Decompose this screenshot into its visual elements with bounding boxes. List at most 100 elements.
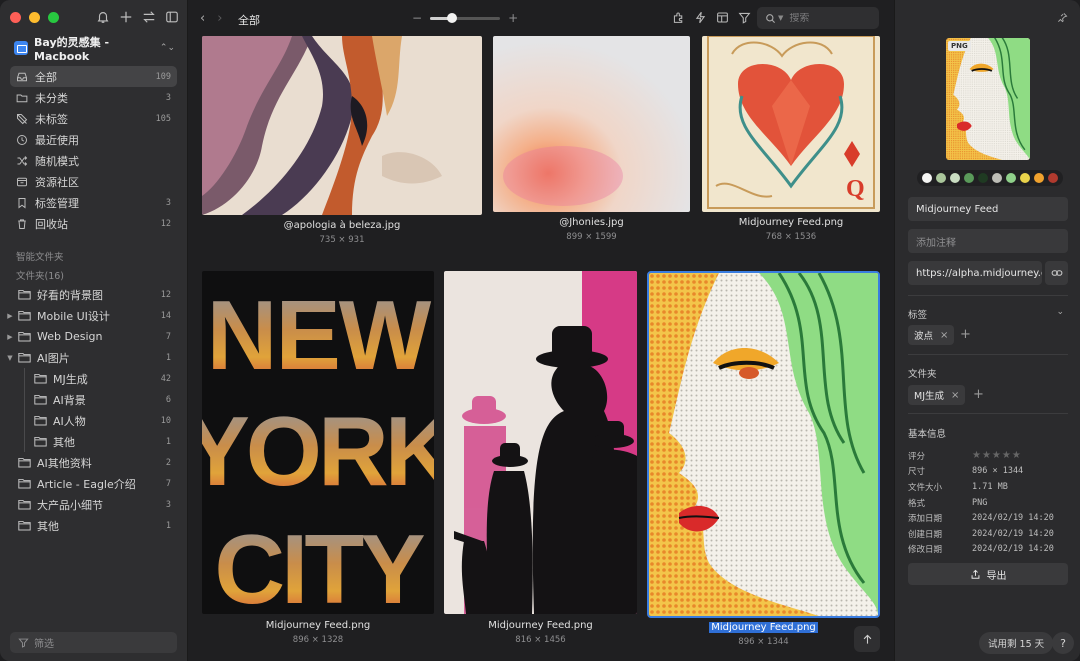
trial-badge[interactable]: 试用剩 15 天 — [979, 632, 1054, 654]
color-swatch[interactable] — [1006, 173, 1016, 183]
folder-item[interactable]: 其他 1 — [4, 515, 177, 536]
color-swatch[interactable] — [964, 173, 974, 183]
folder-icon — [34, 436, 47, 447]
asset-card[interactable]: NEW YORK CITY Midjourney Feed.png 896 × … — [202, 271, 434, 646]
asset-card[interactable]: Midjourney Feed.png 816 × 1456 — [444, 271, 637, 646]
scroll-to-top-button[interactable] — [854, 626, 880, 652]
folder-item[interactable]: 大产品小细节 3 — [4, 494, 177, 515]
zoom-slider-knob[interactable] — [447, 12, 458, 23]
url-field[interactable]: https://alpha.midjourney.com — [908, 261, 1042, 285]
folder-item[interactable]: AI其他资料 2 — [4, 452, 177, 473]
sidebar-toggle-icon[interactable] — [165, 10, 179, 24]
thumbnail-image[interactable] — [444, 271, 637, 614]
sidebar-item-7[interactable]: 标签管理 3 — [10, 192, 177, 213]
color-swatch[interactable] — [978, 173, 988, 183]
add-folder-button[interactable]: + — [973, 387, 984, 402]
sidebar-item-label: 未分类 — [35, 91, 68, 105]
disclosure-arrow-icon[interactable]: ▶ — [4, 333, 16, 341]
minimize-window-button[interactable] — [29, 12, 40, 23]
info-table: 评分 ★★★★★ 尺寸 896 × 1344 文件大小 1.71 MB 格式 PNG 添加日… — [908, 448, 1068, 557]
bell-icon[interactable] — [96, 10, 110, 24]
color-swatch[interactable] — [1048, 173, 1058, 183]
info-row: 格式 PNG — [908, 495, 1068, 511]
disclosure-arrow-icon[interactable]: ▶ — [4, 312, 16, 320]
subfolder-item[interactable]: AI背景 6 — [4, 389, 177, 410]
sidebar-item-4[interactable]: 最近使用 — [10, 129, 177, 150]
lightning-icon[interactable] — [694, 11, 707, 24]
help-button[interactable]: ? — [1052, 632, 1074, 654]
thumbnail-image[interactable] — [493, 36, 690, 212]
subfolder-item[interactable]: AI人物 10 — [4, 410, 177, 431]
sidebar-item-1[interactable]: 全部 109 — [10, 66, 177, 87]
folder-icon — [18, 310, 31, 321]
zoom-out-icon[interactable]: − — [412, 11, 422, 25]
folder-item[interactable]: 好看的背景图 12 — [4, 284, 177, 305]
subfolder-item[interactable]: 其他 1 — [4, 431, 177, 452]
layout-icon[interactable] — [716, 11, 729, 24]
info-key: 格式 — [908, 498, 926, 509]
disclosure-arrow-icon[interactable]: ▼ — [4, 354, 16, 362]
rating-stars[interactable]: ★★★★★ — [972, 450, 1022, 461]
folder-item[interactable]: Article - Eagle介绍 7 — [4, 473, 177, 494]
asset-card[interactable]: @apologia à beleza.jpg 735 × 931 — [202, 36, 482, 251]
forward-icon[interactable]: › — [217, 11, 222, 26]
folder-label: AI图片 — [37, 351, 70, 365]
search-icon[interactable] — [765, 13, 776, 24]
thumbnail-image[interactable]: Q — [702, 36, 880, 212]
sidebar-item-5[interactable]: 随机模式 — [10, 150, 177, 171]
close-window-button[interactable] — [10, 12, 21, 23]
folder-question-icon — [16, 94, 28, 102]
export-button[interactable]: 导出 — [908, 563, 1068, 585]
folders-heading[interactable]: 文件夹(16) — [16, 268, 64, 282]
sidebar-item-3[interactable]: 未标签 105 — [10, 108, 177, 129]
zoom-window-button[interactable] — [48, 12, 59, 23]
info-value: 2024/02/19 14:20 — [972, 544, 1054, 555]
thumbnail-image[interactable] — [647, 271, 880, 618]
pin-icon[interactable] — [1057, 12, 1068, 23]
plugin-icon[interactable] — [672, 11, 685, 24]
color-swatch[interactable] — [936, 173, 946, 183]
folder-item[interactable]: ▶ Mobile UI设计 14 — [4, 305, 177, 326]
preview-image[interactable] — [946, 38, 1030, 160]
remove-folder-icon[interactable]: × — [951, 390, 959, 401]
folder-chip[interactable]: MJ生成 × — [908, 385, 966, 405]
note-field[interactable]: 添加注释 — [908, 229, 1068, 253]
remove-tag-icon[interactable]: × — [940, 330, 948, 341]
color-swatch[interactable] — [922, 173, 932, 183]
sidebar-item-2[interactable]: 未分类 3 — [10, 87, 177, 108]
shuffle-icon — [17, 155, 28, 166]
plus-icon[interactable] — [119, 10, 133, 24]
folder-item[interactable]: ▼ AI图片 1 — [4, 347, 177, 368]
tag-chip[interactable]: 波点 × — [908, 325, 955, 345]
smart-folders-heading[interactable]: 智能文件夹 — [16, 249, 64, 263]
swap-icon[interactable] — [142, 10, 156, 24]
subfolder-item[interactable]: MJ生成 42 — [4, 368, 177, 389]
thumbnail-image[interactable] — [202, 36, 482, 215]
filter-input[interactable]: 筛选 — [10, 632, 177, 653]
add-tag-button[interactable]: + — [960, 327, 971, 342]
folder-label: 大产品小细节 — [37, 498, 103, 512]
breadcrumb[interactable]: 全部 — [238, 12, 260, 28]
library-switcher[interactable]: Bay的灵感集 - Macbook ⌃⌄ — [14, 36, 175, 63]
back-icon[interactable]: ‹ — [200, 11, 205, 26]
color-swatch[interactable] — [950, 173, 960, 183]
chevron-down-icon[interactable]: ▼ — [778, 14, 783, 22]
chevron-down-icon[interactable]: ⌄ — [1056, 307, 1064, 317]
asset-card-selected[interactable]: Midjourney Feed.png 896 × 1344 — [647, 271, 880, 647]
info-value: 896 × 1344 — [972, 466, 1024, 477]
color-swatch[interactable] — [992, 173, 1002, 183]
sidebar-item-8[interactable]: 回收站 12 — [10, 213, 177, 234]
search-input[interactable] — [789, 12, 860, 24]
asset-card[interactable]: @Jhonies.jpg 899 × 1599 — [493, 36, 690, 251]
asset-card[interactable]: Q Midjourney Feed.png 768 × 1536 — [702, 36, 880, 251]
color-swatch[interactable] — [1034, 173, 1044, 183]
filter-icon[interactable] — [738, 11, 751, 24]
zoom-slider[interactable] — [430, 12, 501, 23]
zoom-in-icon[interactable]: + — [508, 11, 518, 25]
thumbnail-image[interactable]: NEW YORK CITY — [202, 271, 434, 614]
open-link-button[interactable] — [1045, 261, 1068, 285]
name-field[interactable]: Midjourney Feed — [908, 197, 1068, 221]
color-swatch[interactable] — [1020, 173, 1030, 183]
sidebar-item-6[interactable]: 资源社区 — [10, 171, 177, 192]
folder-item[interactable]: ▶ Web Design 7 — [4, 326, 177, 347]
